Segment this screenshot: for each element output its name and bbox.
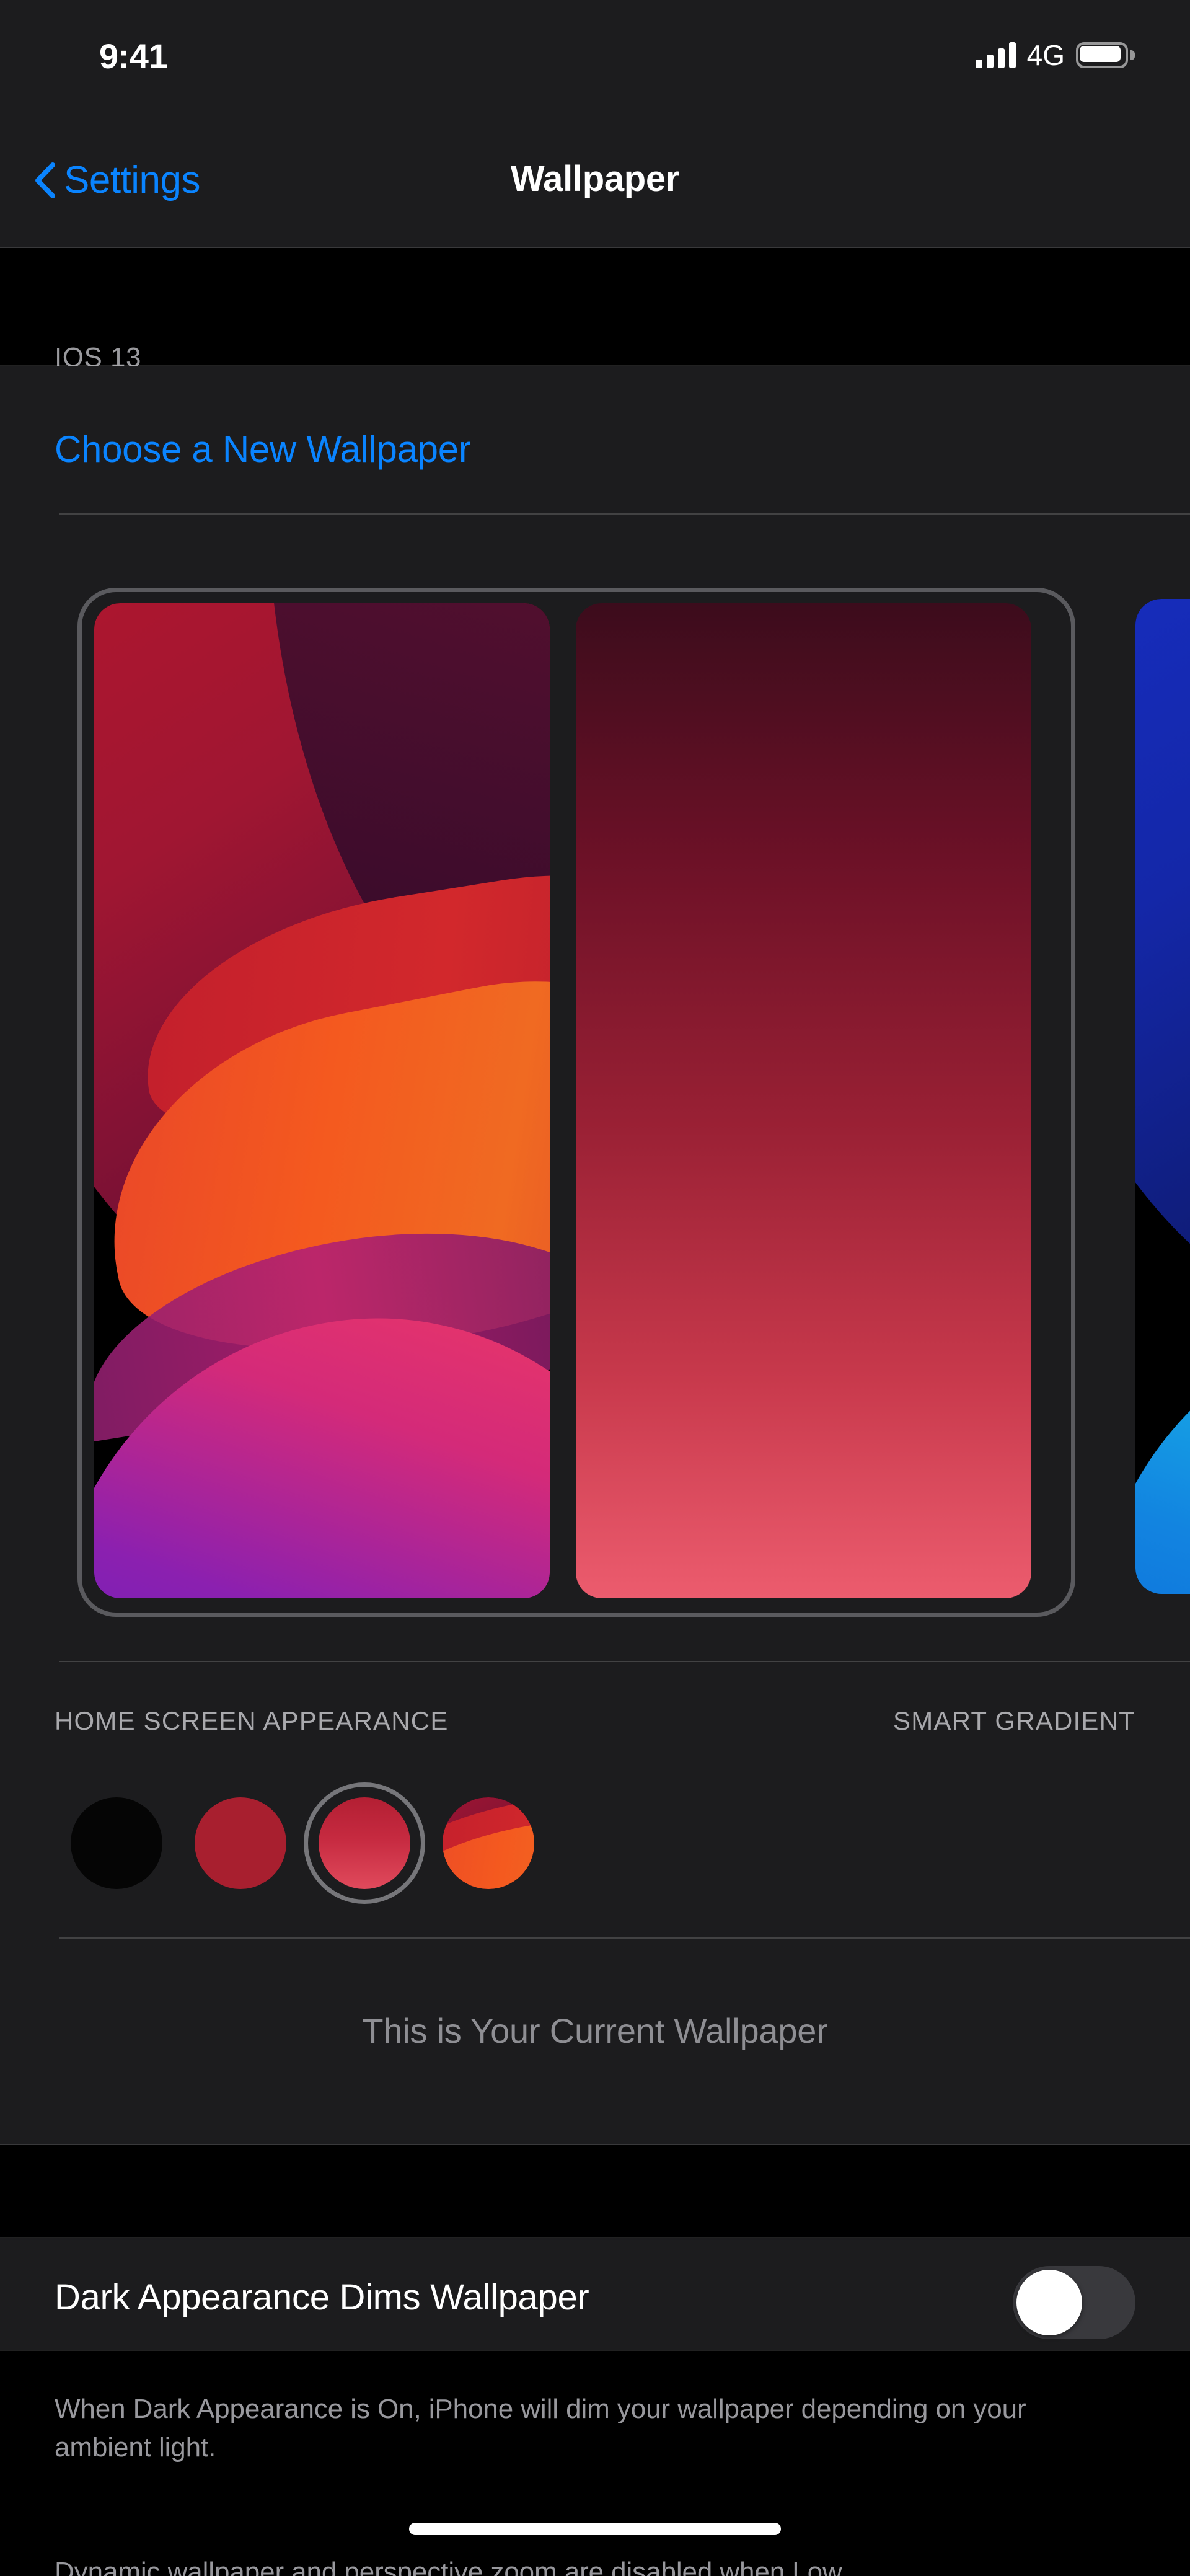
wallpaper-settings-screen: 9:41 4G Settings Wallpaper IOS 13 Choose — [0, 0, 1190, 2576]
current-wallpaper-text: This is Your Current Wallpaper — [362, 2011, 828, 2050]
wallpaper-preview-frame — [77, 588, 1075, 1617]
battery-full-icon — [1076, 42, 1135, 68]
dark-appearance-label: Dark Appearance Dims Wallpaper — [55, 2277, 589, 2317]
appearance-swatch-list — [55, 1781, 550, 1905]
dark-appearance-bottom-separator — [0, 2350, 1190, 2351]
preview-ios13-blue-partial[interactable] — [1135, 599, 1190, 1594]
choose-new-wallpaper-link[interactable]: Choose a New Wallpaper — [55, 428, 471, 471]
ios13-red-wallpaper-art — [94, 603, 550, 1598]
network-type-label: 4G — [1026, 39, 1065, 71]
swatch-wallpaper-thumbnail-art — [443, 1797, 534, 1889]
dynamic-wallpaper-footnote: Dynamic wallpaper and perspective zoom a… — [55, 2557, 842, 2576]
status-bar: 9:41 4G — [0, 0, 1190, 99]
choose-link-separator — [59, 513, 1190, 515]
page-title: Wallpaper — [510, 159, 680, 199]
swatch-wallpaper-photo[interactable] — [426, 1781, 550, 1905]
preview-home-screen-smart-gradient[interactable] — [576, 603, 1031, 1598]
signal-bars-icon — [975, 42, 1016, 68]
status-bar-indicators: 4G — [975, 38, 1135, 72]
toggle-knob — [1016, 2270, 1082, 2335]
preview-lock-screen-ios13-red[interactable] — [94, 603, 550, 1598]
ios13-blue-wallpaper-art — [1135, 599, 1190, 1594]
dark-appearance-toggle[interactable] — [1013, 2266, 1135, 2339]
section-gap-middle — [0, 2145, 1190, 2237]
smart-gradient-label: SMART GRADIENT — [893, 1706, 1135, 1735]
home-screen-appearance-label: HOME SCREEN APPEARANCE — [55, 1706, 449, 1735]
home-indicator[interactable] — [409, 2523, 781, 2535]
wallpaper-preview-strip[interactable] — [0, 569, 1190, 1635]
appearance-separator — [59, 1661, 1190, 1662]
swatch-solid-red[interactable] — [178, 1781, 302, 1905]
swatch-gradient-red[interactable] — [302, 1781, 426, 1905]
swatch-black[interactable] — [55, 1781, 178, 1905]
dark-appearance-footnote: When Dark Appearance is On, iPhone will … — [55, 2394, 1026, 2463]
current-wallpaper-separator — [59, 1937, 1190, 1939]
status-bar-time: 9:41 — [99, 37, 168, 76]
section-gap-top — [0, 248, 1190, 366]
